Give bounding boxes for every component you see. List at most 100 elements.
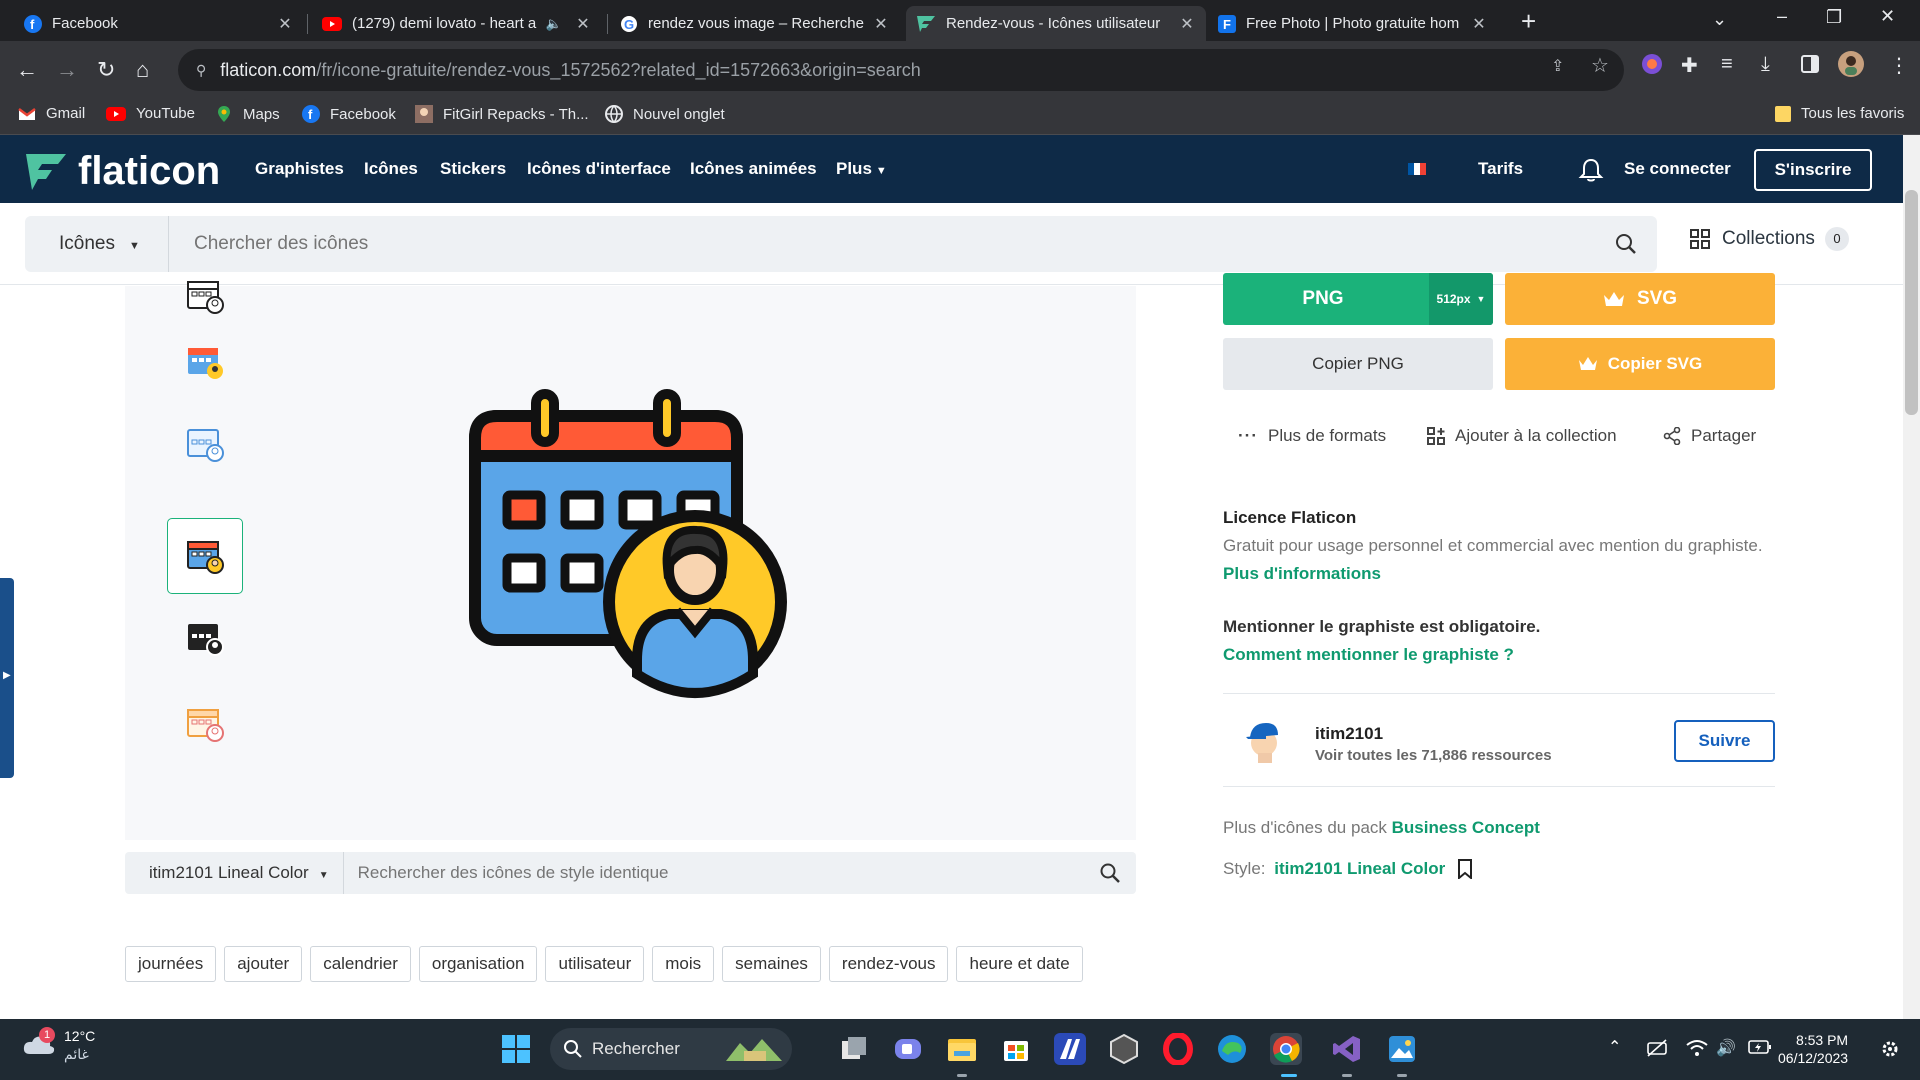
file-explorer-icon[interactable] (946, 1033, 978, 1065)
show-hidden-icons-chevron[interactable]: ⌃ (1608, 1037, 1621, 1057)
bookmark-fitgirl[interactable]: FitGirl Repacks - Th... (415, 105, 589, 123)
download-png-button[interactable]: PNG 512px ▼ (1223, 273, 1493, 325)
wifi-icon[interactable] (1686, 1039, 1708, 1057)
back-button[interactable]: ← (16, 55, 38, 85)
tag[interactable]: heure et date (956, 946, 1083, 982)
copy-svg-button[interactable]: Copier SVG (1505, 338, 1775, 390)
profile-avatar[interactable] (1838, 51, 1864, 77)
nav-icones[interactable]: Icônes (364, 159, 418, 179)
photos-icon[interactable] (1386, 1033, 1418, 1065)
bell-icon[interactable] (1578, 157, 1604, 183)
tag[interactable]: rendez-vous (828, 946, 949, 982)
nav-plus[interactable]: Plus ▼ (836, 159, 887, 179)
puzzle-extensions-icon[interactable]: ✚ (1681, 53, 1698, 78)
tab-google-search[interactable]: G rendez vous image – Recherche ✕ (610, 6, 900, 41)
related-icon-black-glyph[interactable] (167, 600, 243, 676)
close-tab-icon[interactable]: ✕ (1178, 14, 1196, 34)
close-tab-icon[interactable]: ✕ (276, 14, 294, 34)
download-svg-button[interactable]: SVG (1505, 273, 1775, 325)
french-flag-icon[interactable] (1408, 163, 1426, 175)
reload-button[interactable]: ↻ (97, 55, 115, 85)
address-bar[interactable]: ⚲ flaticon.com/fr/icone-gratuite/rendez-… (178, 49, 1624, 91)
tab-flaticon[interactable]: Rendez-vous - Icônes utilisateur ✕ (906, 6, 1206, 41)
search-type-select[interactable]: Icônes ▼ (25, 216, 169, 272)
bookmark-maps[interactable]: Maps (215, 105, 280, 123)
audio-playing-icon[interactable]: 🔈 (546, 16, 562, 32)
bookmark-star-icon[interactable]: ☆ (1591, 53, 1609, 78)
collections-button[interactable]: Collections 0 (1690, 227, 1849, 251)
media-controls-icon[interactable]: ≡ (1721, 53, 1733, 76)
weather-widget[interactable]: 1 12°C غائم (22, 1027, 95, 1063)
battery-icon[interactable] (1748, 1039, 1772, 1055)
tag[interactable]: utilisateur (545, 946, 645, 982)
tag[interactable]: mois (652, 946, 715, 982)
nav-graphistes[interactable]: Graphistes (255, 159, 344, 179)
follow-button[interactable]: Suivre (1674, 720, 1775, 762)
copy-png-button[interactable]: Copier PNG (1223, 338, 1493, 390)
png-size-select[interactable]: 512px ▼ (1429, 273, 1493, 325)
style-search-input[interactable] (343, 863, 1100, 883)
home-button[interactable]: ⌂ (136, 55, 149, 85)
page-scrollbar[interactable] (1903, 135, 1920, 1019)
related-icon-orange-lineal[interactable] (167, 686, 243, 762)
signup-button[interactable]: S'inscrire (1754, 149, 1872, 191)
close-tab-icon[interactable]: ✕ (1470, 14, 1488, 34)
new-tab-button[interactable]: + (1521, 8, 1536, 34)
side-panel-icon[interactable] (1801, 55, 1819, 73)
notification-settings-icon[interactable] (1880, 1039, 1900, 1059)
add-to-collection-button[interactable]: Ajouter à la collection (1427, 426, 1617, 446)
bookmark-new-tab[interactable]: Nouvel onglet (605, 105, 725, 123)
search-input[interactable] (169, 233, 1615, 255)
chrome-icon[interactable] (1270, 1033, 1302, 1065)
tag[interactable]: ajouter (224, 946, 303, 982)
author-resources-link[interactable]: Voir toutes les 71,886 ressources (1315, 747, 1552, 764)
nav-stickers[interactable]: Stickers (440, 159, 506, 179)
tab-search-icon[interactable]: ⌄ (1712, 9, 1727, 30)
menu-kebab-icon[interactable]: ⋮ (1889, 53, 1909, 78)
pack-link[interactable]: Business Concept (1392, 818, 1540, 837)
bookmark-gmail[interactable]: Gmail (18, 105, 85, 122)
all-bookmarks-folder[interactable]: Tous les favoris (1775, 105, 1904, 122)
related-icon-selected[interactable] (167, 518, 243, 594)
tag[interactable]: semaines (722, 946, 821, 982)
login-link[interactable]: Se connecter (1624, 159, 1731, 179)
system-clock[interactable]: 8:53 PM 06/12/2023 (1778, 1031, 1848, 1067)
tag[interactable]: calendrier (310, 946, 411, 982)
edge-icon[interactable] (1216, 1033, 1248, 1065)
microsoft-store-icon[interactable] (1000, 1033, 1032, 1065)
related-icon-blue-lineal[interactable] (167, 406, 243, 482)
how-to-attribute-link[interactable]: Comment mentionner le graphiste ? (1223, 645, 1514, 665)
search-icon[interactable] (1615, 233, 1637, 255)
related-icon-black-lineal[interactable] (167, 258, 243, 334)
more-info-link[interactable]: Plus d'informations (1223, 564, 1381, 584)
site-info-icon[interactable]: ⚲ (196, 62, 206, 79)
style-select[interactable]: itim2101 Lineal Color ▼ (125, 852, 344, 894)
teams-chat-icon[interactable] (892, 1033, 924, 1065)
app-icon-hex[interactable] (1108, 1033, 1140, 1065)
author-avatar[interactable] (1240, 715, 1288, 763)
flaticon-logo[interactable]: flaticon (24, 149, 220, 194)
minimize-button[interactable]: – (1777, 6, 1787, 27)
tag[interactable]: organisation (418, 946, 538, 982)
network-off-icon[interactable] (1646, 1039, 1668, 1057)
nav-icones-animees[interactable]: Icônes animées (690, 159, 817, 179)
bookmark-icon[interactable] (1457, 859, 1473, 879)
opera-icon[interactable] (1162, 1033, 1194, 1065)
nav-icones-interface[interactable]: Icônes d'interface (527, 159, 671, 179)
tag[interactable]: journées (125, 946, 217, 982)
style-link[interactable]: itim2101 Lineal Color (1274, 859, 1445, 879)
restore-button[interactable]: ❐ (1826, 7, 1842, 28)
tab-facebook[interactable]: f Facebook ✕ (14, 6, 304, 41)
share-button[interactable]: Partager (1663, 426, 1756, 446)
close-tab-icon[interactable]: ✕ (872, 14, 890, 34)
bookmark-facebook[interactable]: f Facebook (302, 105, 396, 123)
more-formats-button[interactable]: ··· Plus de formats (1238, 426, 1386, 446)
volume-icon[interactable]: 🔊 (1716, 1038, 1736, 1058)
related-icon-flat-color[interactable] (167, 324, 243, 400)
search-icon[interactable] (1100, 863, 1120, 883)
visual-studio-icon[interactable] (1331, 1033, 1363, 1065)
tab-youtube[interactable]: (1279) demi lovato - heart a 🔈 ✕ (312, 6, 602, 41)
scrollbar-thumb[interactable] (1905, 190, 1918, 415)
close-window-button[interactable]: ✕ (1880, 6, 1895, 27)
close-tab-icon[interactable]: ✕ (574, 14, 592, 34)
